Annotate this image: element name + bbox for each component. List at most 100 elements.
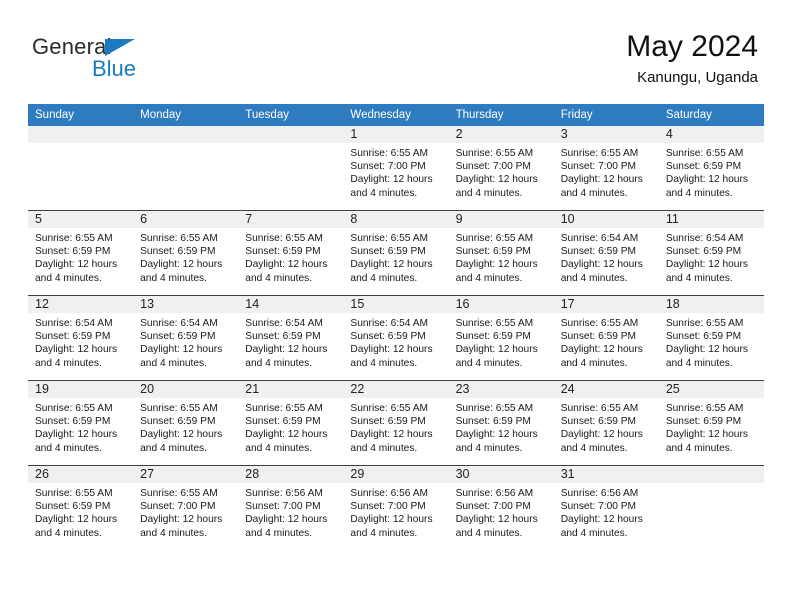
day-details: Sunrise: 6:54 AM Sunset: 6:59 PM Dayligh… [659,228,764,285]
day-cell[interactable]: 18 Sunrise: 6:55 AM Sunset: 6:59 PM Dayl… [658,295,764,381]
daylight-text-line2: and 4 minutes. [665,187,733,199]
day-cell[interactable]: 3 Sunrise: 6:55 AM Sunset: 7:00 PM Dayli… [553,126,659,211]
sunset-text: Sunset: 6:59 PM [560,331,637,343]
daylight-text-line1: Daylight: 12 hours [350,174,433,186]
day-cell[interactable]: 7 Sunrise: 6:55 AM Sunset: 6:59 PM Dayli… [238,210,344,296]
day-cell[interactable]: 12 Sunrise: 6:54 AM Sunset: 6:59 PM Dayl… [28,295,134,381]
day-details: Sunrise: 6:54 AM Sunset: 6:59 PM Dayligh… [28,313,133,370]
daylight-text-line1: Daylight: 12 hours [455,514,538,526]
day-cell[interactable]: 24 Sunrise: 6:55 AM Sunset: 6:59 PM Dayl… [553,380,659,466]
day-cell[interactable]: 14 Sunrise: 6:54 AM Sunset: 6:59 PM Dayl… [238,295,344,381]
day-number: 8 [343,211,449,228]
sunset-text: Sunset: 6:59 PM [665,161,742,173]
day-cell[interactable]: 30 Sunrise: 6:56 AM Sunset: 7:00 PM Dayl… [448,465,554,550]
sunset-text: Sunset: 7:00 PM [455,501,531,513]
day-number: 5 [28,211,134,228]
sunrise-text: Sunrise: 6:54 AM [350,318,429,329]
day-cell[interactable]: 13 Sunrise: 6:54 AM Sunset: 6:59 PM Dayl… [133,295,239,381]
sunset-text: Sunset: 6:59 PM [35,246,111,258]
day-cell[interactable]: 5 Sunrise: 6:55 AM Sunset: 6:59 PM Dayli… [28,210,134,296]
day-details: Sunrise: 6:55 AM Sunset: 6:59 PM Dayligh… [449,398,554,455]
sunrise-text: Sunrise: 6:55 AM [140,403,218,414]
weekday-header-wednesday: Wednesday [343,104,449,126]
daylight-text-line2: and 4 minutes. [140,527,207,539]
sunset-text: Sunset: 6:59 PM [140,246,216,258]
daylight-text-line1: Daylight: 12 hours [35,514,118,526]
day-cell-empty [238,126,344,211]
day-details: Sunrise: 6:55 AM Sunset: 6:59 PM Dayligh… [343,398,448,455]
day-cell-empty [658,465,764,550]
calendar-body: 1 Sunrise: 6:55 AM Sunset: 7:00 PM Dayli… [28,126,764,550]
daylight-text-line1: Daylight: 12 hours [665,344,748,356]
day-cell[interactable]: 15 Sunrise: 6:54 AM Sunset: 6:59 PM Dayl… [343,295,449,381]
page-subtitle-location: Kanungu, Uganda [637,69,758,86]
day-details: Sunrise: 6:55 AM Sunset: 6:59 PM Dayligh… [554,398,659,455]
daylight-text-line2: and 4 minutes. [35,272,102,284]
daylight-text-line1: Daylight: 12 hours [35,429,118,441]
daylight-text-line1: Daylight: 12 hours [245,429,328,441]
day-cell[interactable]: 17 Sunrise: 6:55 AM Sunset: 6:59 PM Dayl… [553,295,659,381]
day-number: 23 [448,381,554,398]
general-blue-logo[interactable]: General Blue [32,34,252,86]
day-cell[interactable]: 26 Sunrise: 6:55 AM Sunset: 6:59 PM Dayl… [28,465,134,550]
day-cell[interactable]: 16 Sunrise: 6:55 AM Sunset: 6:59 PM Dayl… [448,295,554,381]
day-cell[interactable]: 31 Sunrise: 6:56 AM Sunset: 7:00 PM Dayl… [553,465,659,550]
day-cell[interactable]: 22 Sunrise: 6:55 AM Sunset: 6:59 PM Dayl… [343,380,449,466]
sunrise-text: Sunrise: 6:55 AM [350,148,429,159]
day-details: Sunrise: 6:55 AM Sunset: 6:59 PM Dayligh… [28,228,133,285]
sunset-text: Sunset: 6:59 PM [140,416,216,428]
day-cell[interactable]: 4 Sunrise: 6:55 AM Sunset: 6:59 PM Dayli… [658,126,764,211]
day-details: Sunrise: 6:55 AM Sunset: 7:00 PM Dayligh… [133,483,238,540]
day-details: Sunrise: 6:54 AM Sunset: 6:59 PM Dayligh… [554,228,659,285]
sunrise-text: Sunrise: 6:55 AM [245,403,323,414]
calendar-week-row: 26 Sunrise: 6:55 AM Sunset: 6:59 PM Dayl… [28,465,764,550]
daylight-text-line2: and 4 minutes. [350,527,418,539]
day-cell[interactable]: 29 Sunrise: 6:56 AM Sunset: 7:00 PM Dayl… [343,465,449,550]
daylight-text-line1: Daylight: 12 hours [560,259,643,271]
daylight-text-line1: Daylight: 12 hours [560,174,643,186]
daylight-text-line2: and 4 minutes. [350,187,418,199]
day-details [659,483,764,487]
daylight-text-line1: Daylight: 12 hours [665,429,748,441]
day-cell[interactable]: 20 Sunrise: 6:55 AM Sunset: 6:59 PM Dayl… [133,380,239,466]
daylight-text-line1: Daylight: 12 hours [35,259,118,271]
day-cell[interactable]: 2 Sunrise: 6:55 AM Sunset: 7:00 PM Dayli… [448,126,554,211]
day-cell[interactable]: 10 Sunrise: 6:54 AM Sunset: 6:59 PM Dayl… [553,210,659,296]
day-number: 20 [133,381,239,398]
day-cell[interactable]: 27 Sunrise: 6:55 AM Sunset: 7:00 PM Dayl… [133,465,239,550]
day-details: Sunrise: 6:55 AM Sunset: 7:00 PM Dayligh… [449,143,554,200]
day-cell[interactable]: 28 Sunrise: 6:56 AM Sunset: 7:00 PM Dayl… [238,465,344,550]
day-cell[interactable]: 23 Sunrise: 6:55 AM Sunset: 6:59 PM Dayl… [448,380,554,466]
daylight-text-line2: and 4 minutes. [140,272,207,284]
daylight-text-line2: and 4 minutes. [455,357,523,369]
day-number: 9 [448,211,554,228]
day-number: 28 [238,466,344,483]
day-number: 27 [133,466,239,483]
daylight-text-line1: Daylight: 12 hours [350,514,433,526]
sunrise-text: Sunrise: 6:55 AM [455,148,534,159]
day-cell[interactable]: 9 Sunrise: 6:55 AM Sunset: 6:59 PM Dayli… [448,210,554,296]
day-number: 29 [343,466,449,483]
day-cell[interactable]: 11 Sunrise: 6:54 AM Sunset: 6:59 PM Dayl… [658,210,764,296]
day-details: Sunrise: 6:56 AM Sunset: 7:00 PM Dayligh… [238,483,343,540]
title-block: May 2024 Kanungu, Uganda [626,30,758,87]
day-cell[interactable]: 25 Sunrise: 6:55 AM Sunset: 6:59 PM Dayl… [658,380,764,466]
daylight-text-line1: Daylight: 12 hours [245,259,328,271]
day-cell[interactable]: 19 Sunrise: 6:55 AM Sunset: 6:59 PM Dayl… [28,380,134,466]
day-details [28,143,133,147]
day-cell[interactable]: 21 Sunrise: 6:55 AM Sunset: 6:59 PM Dayl… [238,380,344,466]
calendar-week-row: 5 Sunrise: 6:55 AM Sunset: 6:59 PM Dayli… [28,210,764,296]
day-cell[interactable]: 1 Sunrise: 6:55 AM Sunset: 7:00 PM Dayli… [343,126,449,211]
daylight-text-line1: Daylight: 12 hours [140,344,223,356]
day-details: Sunrise: 6:55 AM Sunset: 6:59 PM Dayligh… [28,483,133,540]
sunset-text: Sunset: 6:59 PM [455,331,531,343]
daylight-text-line1: Daylight: 12 hours [455,429,538,441]
sunrise-text: Sunrise: 6:55 AM [665,148,744,159]
day-cell[interactable]: 6 Sunrise: 6:55 AM Sunset: 6:59 PM Dayli… [133,210,239,296]
sunset-text: Sunset: 7:00 PM [560,501,637,513]
day-cell[interactable]: 8 Sunrise: 6:55 AM Sunset: 6:59 PM Dayli… [343,210,449,296]
daylight-text-line2: and 4 minutes. [560,527,628,539]
daylight-text-line2: and 4 minutes. [455,272,523,284]
day-number: 3 [553,126,659,143]
sunrise-text: Sunrise: 6:55 AM [245,233,323,244]
